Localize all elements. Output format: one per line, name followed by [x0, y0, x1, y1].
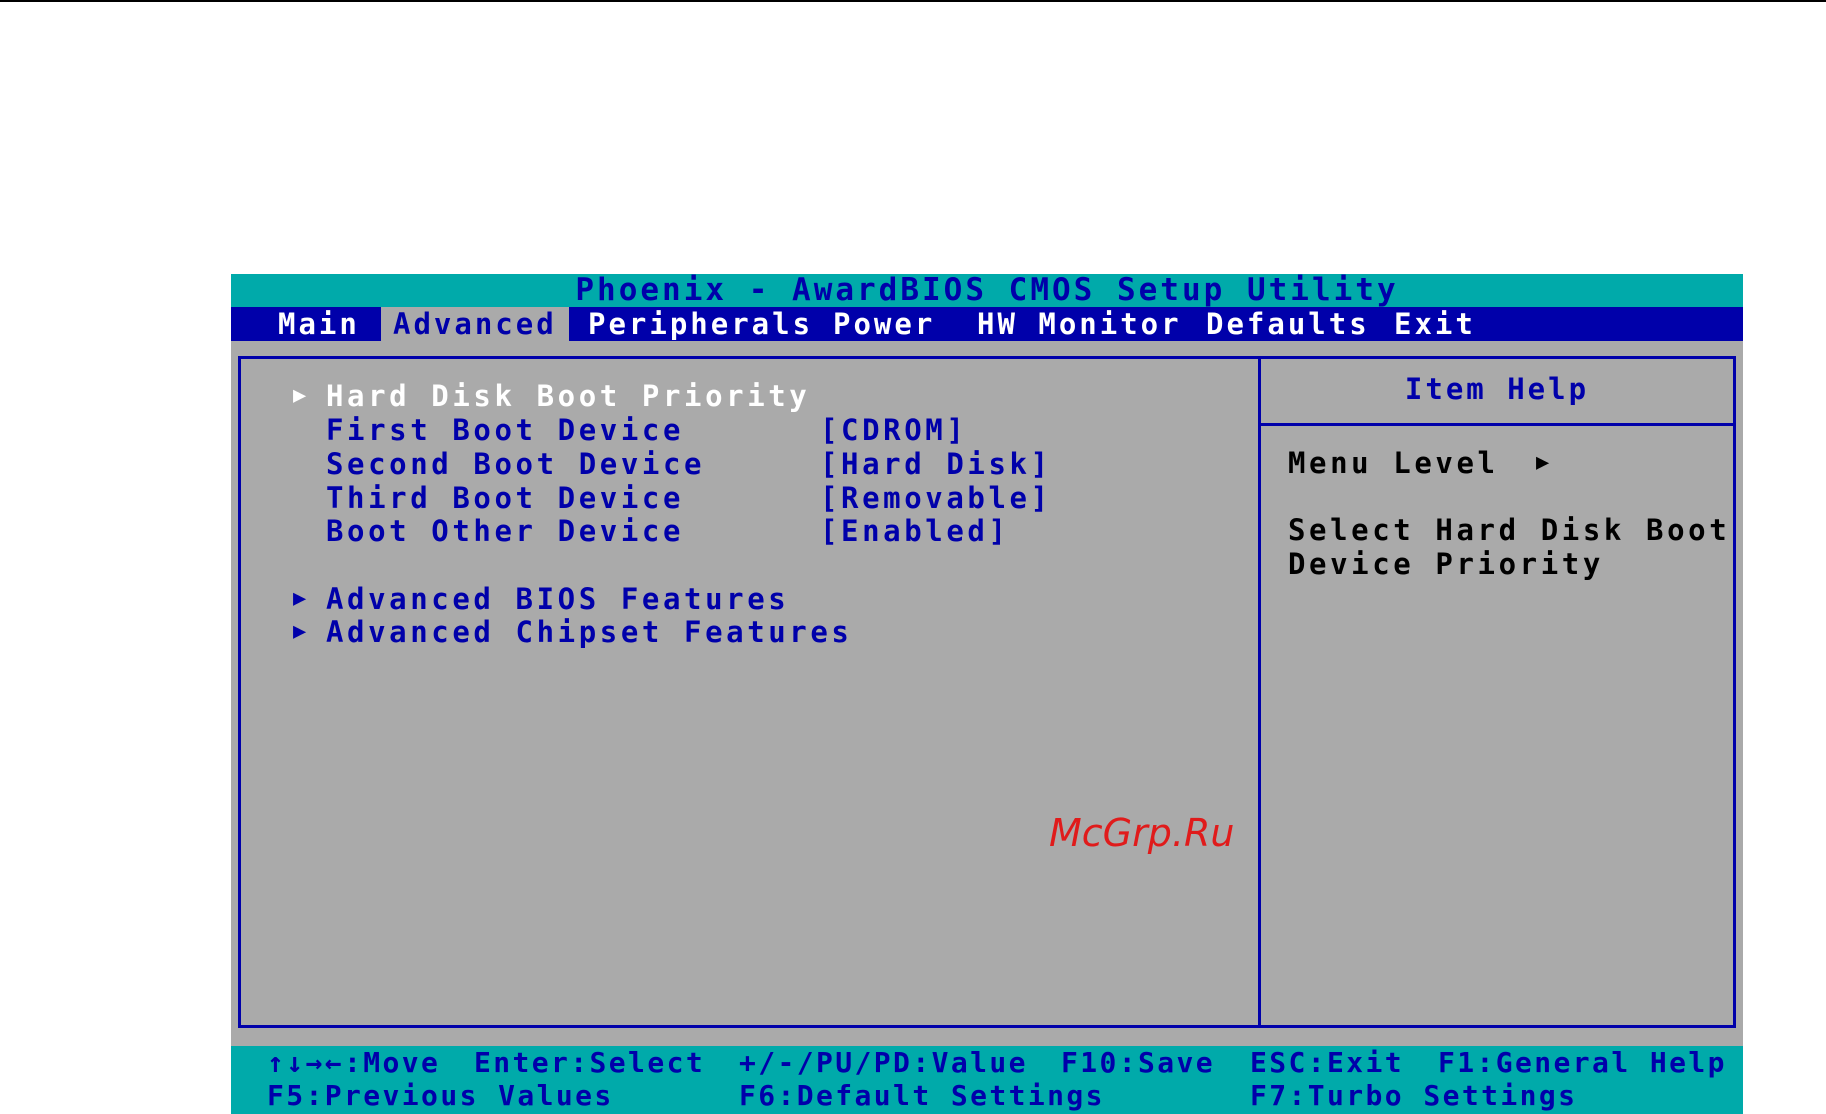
menu-power[interactable]: Power [821, 307, 947, 341]
title-bar: Phoenix - AwardBIOS CMOS Setup Utility [231, 274, 1743, 307]
menu-defaults[interactable]: Defaults [1194, 307, 1382, 341]
help-description-line2: Device Priority [1288, 547, 1604, 581]
item-help-panel: Item Help Menu Level ▶ Select Hard Disk … [1258, 356, 1736, 1028]
menu-hw-monitor[interactable]: HW Monitor [965, 307, 1194, 341]
key-exit: ESC:Exit [1250, 1046, 1405, 1079]
value-third-boot-device[interactable]: [Removable] [820, 481, 1052, 515]
key-help-bar: ↑↓→←:Move Enter:Select +/-/PU/PD:Value F… [231, 1046, 1743, 1114]
item-boot-other-device[interactable]: Boot Other Device [326, 514, 684, 548]
item-second-boot-device[interactable]: Second Boot Device [326, 447, 705, 481]
menu-peripherals[interactable]: Peripherals [576, 307, 825, 341]
item-advanced-bios-features[interactable]: Advanced BIOS Features [326, 582, 789, 616]
submenu-arrow-icon: ▶ [293, 383, 307, 408]
menu-main[interactable]: Main [266, 307, 372, 341]
help-menu-level: Menu Level [1288, 446, 1499, 480]
menu-level-arrow-icon: ▶ [1536, 450, 1550, 475]
watermark: McGrp.Ru [1049, 811, 1235, 855]
value-first-boot-device[interactable]: [CDROM] [820, 413, 967, 447]
help-divider [1261, 423, 1733, 426]
key-select: Enter:Select [474, 1046, 706, 1079]
item-third-boot-device[interactable]: Third Boot Device [326, 481, 684, 515]
settings-panel: ▶ Hard Disk Boot Priority First Boot Dev… [238, 356, 1261, 1028]
menu-advanced[interactable]: Advanced [381, 307, 569, 341]
key-save: F10:Save [1061, 1046, 1216, 1079]
key-value: +/-/PU/PD:Value [739, 1046, 1028, 1079]
value-boot-other-device[interactable]: [Enabled] [820, 514, 1010, 548]
item-hard-disk-boot-priority[interactable]: Hard Disk Boot Priority [326, 379, 810, 413]
key-turbo-settings: F7:Turbo Settings [1250, 1079, 1578, 1112]
value-second-boot-device[interactable]: [Hard Disk] [820, 447, 1052, 481]
submenu-arrow-icon: ▶ [293, 619, 307, 644]
help-title: Item Help [1404, 372, 1590, 406]
key-default-settings: F6:Default Settings [739, 1079, 1105, 1112]
key-move: ↑↓→←:Move [267, 1046, 441, 1079]
menu-bar: Main Advanced Peripherals Power HW Monit… [231, 307, 1743, 341]
help-description-line1: Select Hard Disk Boot [1288, 513, 1731, 547]
menu-exit[interactable]: Exit [1382, 307, 1488, 341]
key-general-help: F1:General Help [1438, 1046, 1727, 1079]
bios-screen: Phoenix - AwardBIOS CMOS Setup Utility M… [231, 274, 1743, 1114]
item-advanced-chipset-features[interactable]: Advanced Chipset Features [326, 615, 853, 649]
submenu-arrow-icon: ▶ [293, 586, 307, 611]
key-previous-values: F5:Previous Values [267, 1079, 614, 1112]
top-rule [0, 0, 1826, 2]
item-first-boot-device[interactable]: First Boot Device [326, 413, 684, 447]
